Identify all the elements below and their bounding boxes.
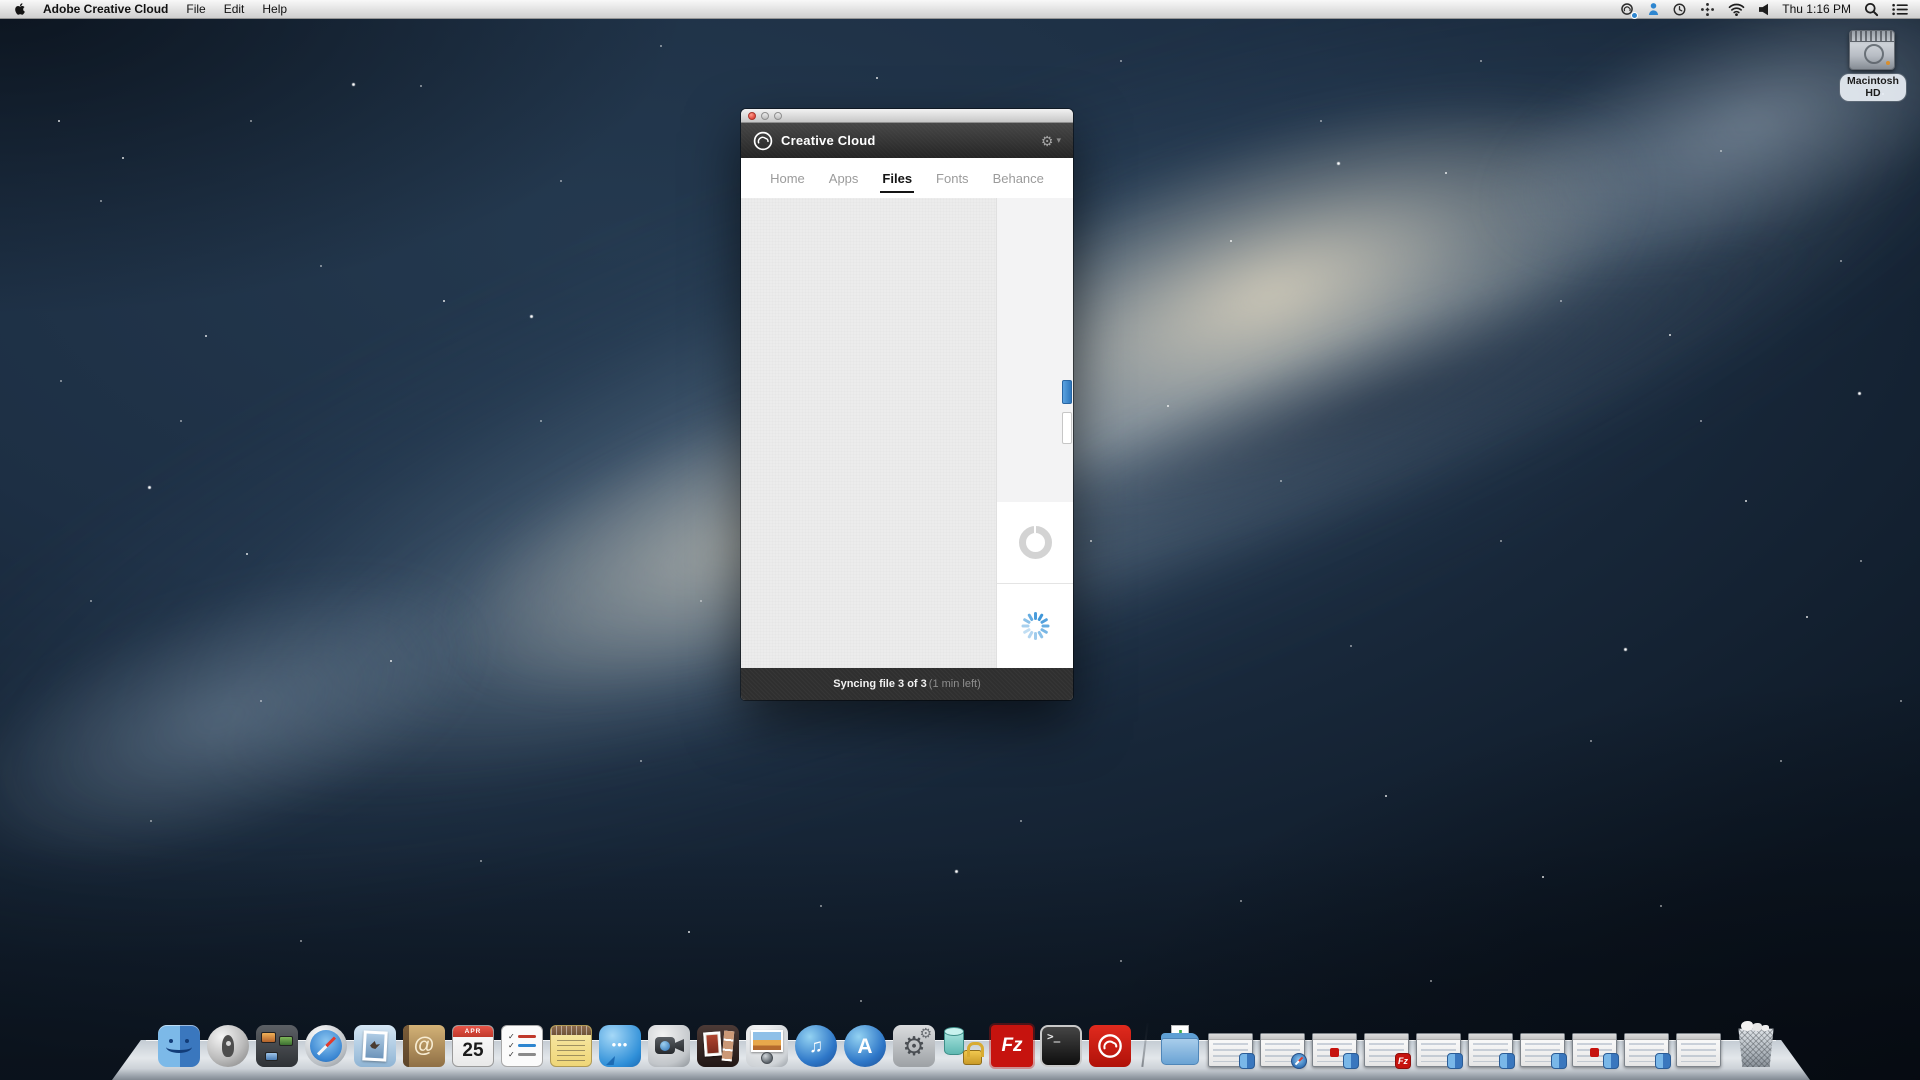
volume-label: Macintosh HD [1840,74,1906,101]
mission-control-icon[interactable] [256,1025,298,1067]
filezilla-badge-icon: Fz [1395,1053,1411,1069]
minimized-window-safari[interactable] [1260,1033,1305,1067]
menu-file[interactable]: File [186,2,205,16]
tab-fonts[interactable]: Fonts [936,158,969,198]
minimized-window-finder[interactable] [1624,1033,1669,1067]
photo-booth-icon[interactable] [697,1025,739,1067]
sync-progress-cell [997,502,1073,583]
settings-menu-button[interactable]: ⚙ ▾ [1041,134,1061,148]
finder-badge-icon [1655,1053,1671,1069]
mail-icon[interactable] [354,1025,396,1067]
app-header: Creative Cloud ⚙ ▾ [741,123,1073,158]
minimize-button[interactable] [761,112,769,120]
stacks-folder-icon[interactable] [1159,1025,1201,1067]
sync-activity-cell [997,583,1073,668]
menu-help[interactable]: Help [262,2,287,16]
menu-edit[interactable]: Edit [224,2,245,16]
system-preferences-icon[interactable]: ⚙⚙ [893,1025,935,1067]
window-title-bar[interactable] [741,109,1073,123]
finder-badge-icon [1447,1053,1463,1069]
time-machine-icon[interactable] [1672,2,1687,17]
side-panel-spacer [997,198,1073,502]
calendar-day: 25 [453,1037,493,1064]
minimized-window-plain[interactable] [1676,1033,1721,1067]
minimized-window-finder[interactable] [1416,1033,1461,1067]
creative-cloud-sync-icon[interactable] [1620,2,1635,17]
minimized-window-finder[interactable] [1208,1033,1253,1067]
keychain-lock-icon[interactable] [942,1025,984,1067]
contacts-icon[interactable]: @ [403,1025,445,1067]
iphoto-icon[interactable] [746,1025,788,1067]
dock: @ APR 25 ✓ ✓ ✓ ••• ♫ A ⚙⚙ Fz >_ Fz [0,1014,1920,1080]
safari-icon[interactable] [305,1025,347,1067]
progress-ring-icon [1019,526,1052,559]
sync-time-remaining: (1 min left) [929,678,981,690]
notes-icon[interactable] [550,1025,592,1067]
finder-badge-icon [1499,1053,1515,1069]
minimized-window-filezilla[interactable]: Fz [1364,1033,1409,1067]
sync-status-text: Syncing file 3 of 3 [833,678,927,690]
creative-cloud-logo-icon [753,131,773,151]
notification-center-icon[interactable] [1892,3,1908,16]
app-store-icon[interactable]: A [844,1025,886,1067]
hard-drive-icon [1849,30,1895,70]
dock-separator [1141,1023,1148,1067]
finder-badge-icon [1551,1053,1567,1069]
facetime-icon[interactable] [648,1025,690,1067]
user-sync-icon[interactable] [1648,2,1659,17]
finder-badge-icon [1343,1053,1359,1069]
sync-status-bar: Syncing file 3 of 3 (1 min left) [741,668,1073,700]
active-app-name[interactable]: Adobe Creative Cloud [43,2,168,16]
calendar-icon[interactable]: APR 25 [452,1025,494,1067]
chevron-down-icon: ▾ [1056,136,1061,145]
reminders-icon[interactable]: ✓ ✓ ✓ [501,1025,543,1067]
menu-bar-clock[interactable]: Thu 1:16 PM [1782,2,1851,16]
wifi-icon[interactable] [1728,3,1745,16]
trash-icon[interactable] [1736,1021,1776,1067]
finder-badge-icon [1603,1053,1619,1069]
terminal-icon[interactable]: >_ [1040,1025,1082,1067]
minimized-window-filezilla[interactable] [1572,1033,1617,1067]
launchpad-icon[interactable] [207,1025,249,1067]
input-source-icon[interactable] [1700,2,1715,17]
menu-bar: Adobe Creative Cloud File Edit Help Thu … [0,0,1920,19]
gear-icon: ⚙ [1041,134,1054,148]
tab-files[interactable]: Files [882,158,912,198]
tab-behance[interactable]: Behance [993,158,1044,198]
sync-badge-icon [1631,12,1638,19]
zoom-button[interactable] [774,112,782,120]
window-title: Creative Cloud [781,133,876,148]
adobe-creative-cloud-icon[interactable] [1089,1025,1131,1067]
scrollbar-thumb[interactable] [1062,380,1072,404]
spotlight-search-icon[interactable] [1864,2,1879,17]
close-button[interactable] [748,112,756,120]
minimized-window-finder[interactable] [1312,1033,1357,1067]
creative-cloud-window: Creative Cloud ⚙ ▾ Home Apps Files Fonts… [741,109,1073,700]
scrollbar-track-box[interactable] [1062,412,1072,444]
itunes-icon[interactable]: ♫ [795,1025,837,1067]
tab-home[interactable]: Home [770,158,805,198]
minimized-window-finder[interactable] [1468,1033,1513,1067]
volume-icon[interactable] [1758,3,1769,16]
tab-bar: Home Apps Files Fonts Behance [741,158,1073,198]
messages-icon[interactable]: ••• [599,1025,641,1067]
minimized-window-finder[interactable] [1520,1033,1565,1067]
tab-apps[interactable]: Apps [829,158,859,198]
finder-icon[interactable] [158,1025,200,1067]
loading-spinner-icon [1019,610,1051,642]
files-list-panel [741,198,997,668]
files-content-area [741,198,1073,668]
desktop-volume-macintosh-hd[interactable]: Macintosh HD [1840,30,1904,101]
filezilla-icon[interactable]: Fz [991,1025,1033,1067]
safari-badge-icon [1291,1053,1307,1069]
apple-menu-icon[interactable] [14,2,26,16]
calendar-month: APR [453,1026,493,1037]
finder-badge-icon [1239,1053,1255,1069]
